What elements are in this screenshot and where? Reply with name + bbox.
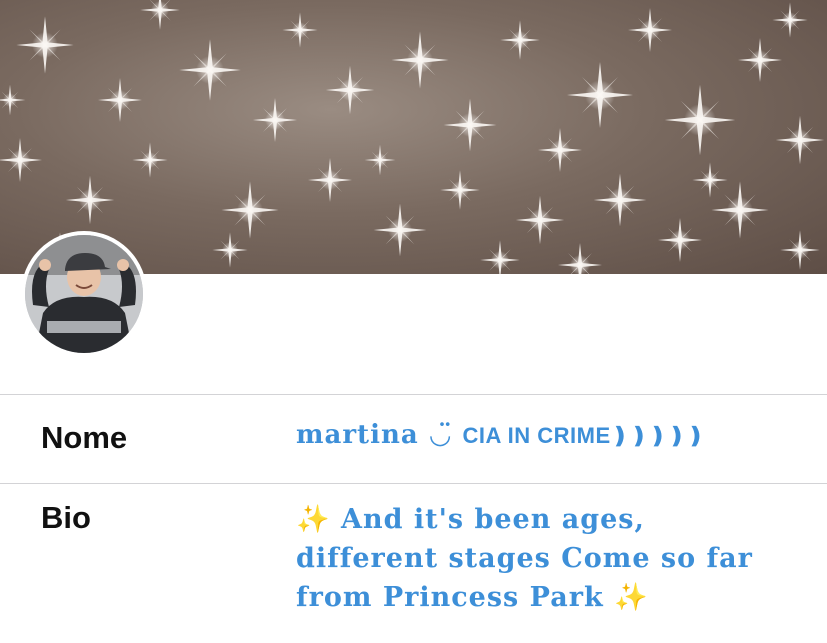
sparkle-pattern <box>0 0 825 274</box>
header-banner[interactable] <box>0 0 827 274</box>
profile-page: Nome martina ◡̈ CIA IN CRIME❫❫❫❫❫ Bio ✨ … <box>0 0 827 643</box>
sparkles-icon: ✨ <box>296 504 331 535</box>
avatar-image <box>25 235 143 353</box>
bio-text: And it's been ages, different stages Com… <box>296 504 753 613</box>
divider-middle <box>0 483 827 484</box>
name-value-caps: CIA IN CRIME❫❫❫❫❫ <box>462 423 706 448</box>
name-label: Nome <box>41 420 128 455</box>
name-value-main: martina ◡̈ <box>296 420 463 450</box>
avatar[interactable] <box>21 231 147 357</box>
divider-top <box>0 394 827 395</box>
bio-value[interactable]: ✨ And it's been ages, different stages C… <box>296 500 796 617</box>
bio-label: Bio <box>41 500 91 535</box>
name-value[interactable]: martina ◡̈ CIA IN CRIME❫❫❫❫❫ <box>296 420 705 450</box>
sparkles-icon: ✨ <box>614 582 649 613</box>
